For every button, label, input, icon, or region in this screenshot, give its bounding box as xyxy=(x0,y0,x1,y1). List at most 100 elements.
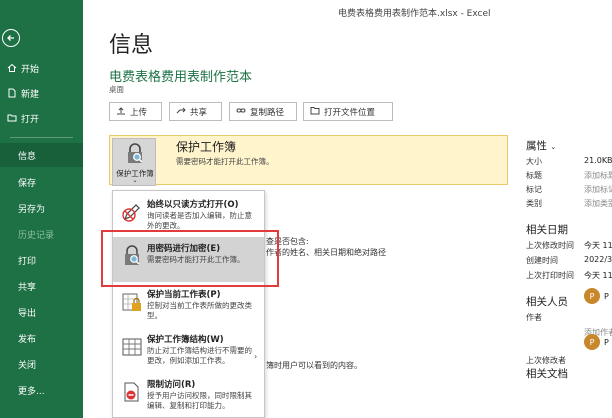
protect-workbook-panel xyxy=(109,135,508,185)
sidebar-item-save-as[interactable]: 另存为 xyxy=(0,196,83,220)
sidebar-item-close[interactable]: 关闭 xyxy=(0,352,83,376)
date-printed-key: 上次打印时间 xyxy=(526,271,574,280)
property-category-key: 类别 xyxy=(526,199,542,208)
upload-button[interactable]: 上传 xyxy=(109,102,162,121)
lock-sheet-icon xyxy=(121,291,143,313)
property-tags-key: 标记 xyxy=(526,185,542,194)
date-printed-value: 今天 11: xyxy=(584,271,612,280)
document-name: 电费表格费用表制作范本 xyxy=(109,70,253,85)
avatar: P xyxy=(584,334,600,350)
date-modified-key: 上次修改时间 xyxy=(526,241,574,250)
protect-workbook-title: 保护工作簿 xyxy=(176,140,237,154)
restricted-doc-icon xyxy=(121,381,143,403)
document-location: 桌面 xyxy=(109,85,124,94)
browser-view-text: 簿时用户可以看到的内容。 xyxy=(266,361,362,370)
chevron-down-icon: ⌄ xyxy=(132,177,138,184)
menu-item-title: 始终以只读方式打开(O) xyxy=(147,200,239,210)
backstage-sidebar: 开始 新建 打开 信息 保存 另存为 历史记录 打印 共享 导出 发布 关闭 更… xyxy=(0,0,83,418)
sidebar-item-more[interactable]: 更多... xyxy=(0,378,83,402)
property-size-value: 21.0KB xyxy=(584,156,612,165)
protect-workbook-description: 需要密码才能打开此工作簿。 xyxy=(176,157,274,166)
lock-search-icon xyxy=(124,143,146,167)
chevron-down-icon: ⌄ xyxy=(550,143,557,151)
property-title-value[interactable]: 添加标题 xyxy=(584,170,612,181)
folder-icon xyxy=(310,106,320,118)
sidebar-item-label: 另存为 xyxy=(18,204,46,215)
menu-item-title: 限制访问(R) xyxy=(147,380,196,390)
share-label: 共享 xyxy=(190,107,208,118)
sidebar-item-label: 历史记录 xyxy=(18,230,55,241)
date-modified-value: 今天 11: xyxy=(584,241,612,250)
related-docs-header: 相关文档 xyxy=(526,368,568,380)
menu-item-protect-workbook-structure[interactable]: 保护工作簿结构(W) 防止对工作簿结构进行不需要的更改，例如添加工作表。 xyxy=(113,328,264,373)
sidebar-item-label: 开始 xyxy=(21,64,40,75)
property-title-key: 标题 xyxy=(526,171,542,180)
menu-item-restrict-access[interactable]: 限制访问(R) 授予用户访问权限，同时限制其编辑、复制和打印能力。 xyxy=(113,373,264,417)
sidebar-item-export[interactable]: 导出 xyxy=(0,300,83,324)
new-file-icon xyxy=(6,87,18,99)
menu-item-title: 保护当前工作表(P) xyxy=(147,290,221,300)
sidebar-item-new[interactable]: 新建 xyxy=(0,81,83,105)
related-people-header: 相关人员 xyxy=(526,296,568,308)
sidebar-item-label: 发布 xyxy=(18,334,37,345)
window-title: 电费表格费用表制作范本.xlsx - Excel xyxy=(338,9,491,19)
sidebar-item-publish[interactable]: 发布 xyxy=(0,326,83,350)
properties-header[interactable]: 属性 ⌄ xyxy=(526,138,556,153)
sidebar-divider xyxy=(10,137,73,138)
avatar: P xyxy=(584,288,600,304)
upload-label: 上传 xyxy=(130,107,148,118)
menu-item-description: 授予用户访问权限，同时限制其编辑、复制和打印能力。 xyxy=(147,391,252,410)
sidebar-item-save[interactable]: 保存 xyxy=(0,170,83,194)
copy-path-label: 复制路径 xyxy=(250,107,285,118)
share-button[interactable]: 共享 xyxy=(169,102,222,121)
sidebar-item-label: 更多... xyxy=(18,386,45,397)
sidebar-item-label: 共享 xyxy=(18,282,37,293)
upload-icon xyxy=(116,106,126,118)
workbook-structure-icon xyxy=(121,336,143,358)
home-icon xyxy=(6,62,18,74)
protect-workbook-button[interactable]: 保护工作簿 ⌄ xyxy=(112,138,156,186)
copy-path-button[interactable]: 复制路径 xyxy=(229,102,297,121)
property-tags-value[interactable]: 添加标记 xyxy=(584,184,612,195)
related-dates-header: 相关日期 xyxy=(526,224,568,236)
sidebar-item-label: 新建 xyxy=(21,89,40,100)
menu-item-protect-current-sheet[interactable]: 保护当前工作表(P) 控制对当前工作表所做的更改类型。 xyxy=(113,283,264,328)
pencil-no-edit-icon xyxy=(121,201,143,223)
sidebar-item-label: 打印 xyxy=(18,256,37,267)
sidebar-item-open[interactable]: 打开 xyxy=(0,106,83,130)
sidebar-item-label: 打开 xyxy=(21,114,40,125)
inspect-text-line2: 作者的姓名、相关日期和绝对路径 xyxy=(266,248,386,257)
menu-item-description: 防止对工作簿结构进行不需要的更改，例如添加工作表。 xyxy=(147,346,252,365)
protect-workbook-menu: 始终以只读方式打开(O) 询问读者是否加入编辑，防止意外的更改。 用密码进行加密… xyxy=(112,190,265,418)
sidebar-item-print[interactable]: 打印 xyxy=(0,248,83,272)
modifier-name[interactable]: P xyxy=(604,338,609,347)
date-created-key: 创建时间 xyxy=(526,256,558,265)
highlight-frame xyxy=(101,230,279,287)
sidebar-item-label: 导出 xyxy=(18,308,37,319)
open-location-label: 打开文件位置 xyxy=(324,107,376,118)
last-modified-by-key: 上次修改者 xyxy=(526,356,566,365)
sidebar-item-info[interactable]: 信息 xyxy=(0,143,83,167)
author-name[interactable]: P xyxy=(604,292,609,301)
date-created-value: 2022/3, xyxy=(584,255,612,264)
properties-header-label: 属性 xyxy=(526,140,547,152)
folder-open-icon xyxy=(6,112,18,124)
author-key: 作者 xyxy=(526,313,542,322)
open-location-button[interactable]: 打开文件位置 xyxy=(303,102,393,121)
property-size-key: 大小 xyxy=(526,157,542,166)
back-arrow-icon[interactable] xyxy=(2,29,20,47)
menu-item-description: 询问读者是否加入编辑，防止意外的更改。 xyxy=(147,211,252,230)
submenu-arrow-icon: › xyxy=(254,352,258,361)
property-category-value[interactable]: 添加类别 xyxy=(584,198,612,209)
sidebar-item-label: 信息 xyxy=(18,151,37,162)
menu-item-title: 保护工作簿结构(W) xyxy=(147,335,224,345)
page-title: 信息 xyxy=(109,33,154,58)
sidebar-item-share[interactable]: 共享 xyxy=(0,274,83,298)
sidebar-item-label: 保存 xyxy=(18,178,37,189)
menu-item-description: 控制对当前工作表所做的更改类型。 xyxy=(147,301,252,320)
link-icon xyxy=(236,106,246,118)
sidebar-item-history: 历史记录 xyxy=(0,222,83,246)
sidebar-item-home[interactable]: 开始 xyxy=(0,56,83,80)
share-icon xyxy=(176,106,186,118)
sidebar-item-label: 关闭 xyxy=(18,360,37,371)
